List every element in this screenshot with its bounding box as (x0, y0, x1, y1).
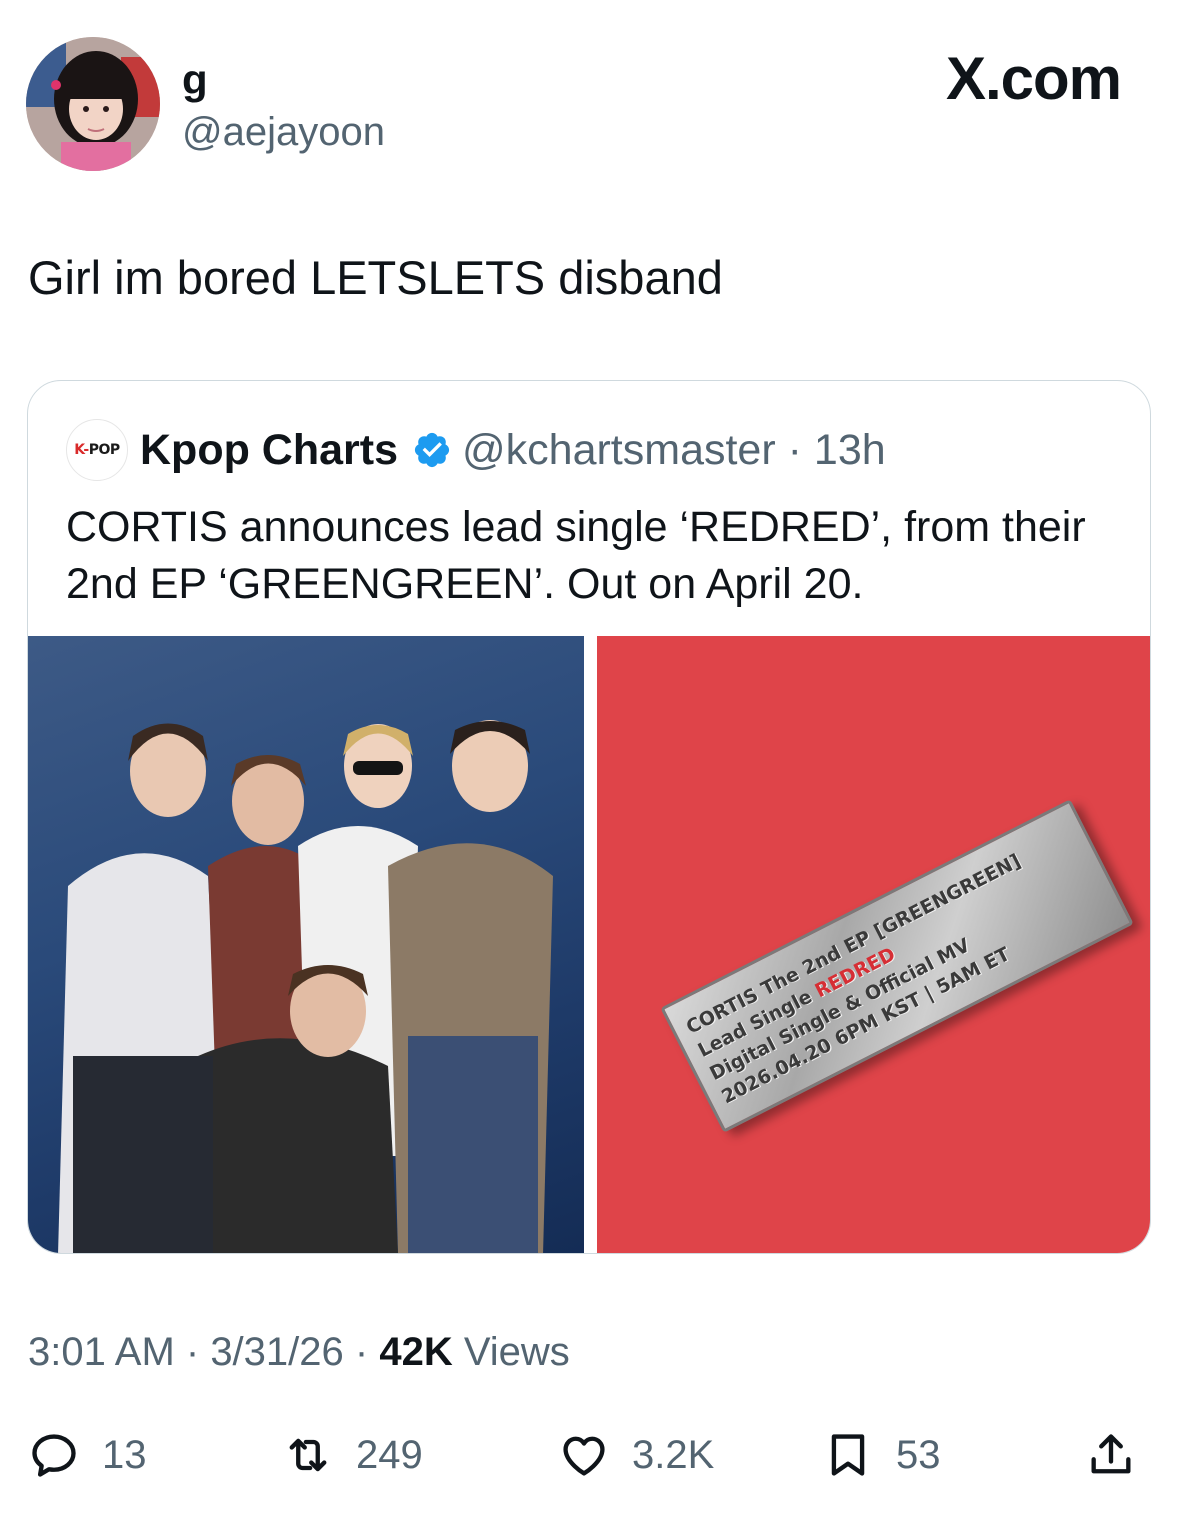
like-count: 3.2K (632, 1432, 715, 1477)
quote-avatar[interactable]: K-POP (66, 419, 128, 481)
quote-media[interactable]: CORTIS The 2nd EP [GREENGREEN] Lead Sing… (28, 636, 1150, 1253)
tweet-date: 3/31/26 (210, 1330, 344, 1374)
share-button[interactable] (1085, 1425, 1137, 1485)
quote-avatar-logo: K-POP (74, 442, 120, 458)
quote-header: Kpop Charts @kchartsmaster · 13h (140, 425, 886, 475)
meta-separator: · (343, 1330, 380, 1374)
engraved-plate: CORTIS The 2nd EP [GREENGREEN] Lead Sing… (660, 799, 1134, 1133)
like-button[interactable]: 3.2K (558, 1425, 714, 1485)
heart-icon (563, 1436, 605, 1476)
views-label: Views (452, 1330, 570, 1374)
bookmark-button[interactable]: 53 (822, 1425, 941, 1485)
quote-separator: · (787, 426, 802, 474)
quoted-tweet-card[interactable]: K-POP Kpop Charts @kchartsmaster · 13h C… (27, 380, 1151, 1254)
bookmark-count: 53 (896, 1432, 941, 1477)
share-icon (1091, 1434, 1131, 1474)
author-handle[interactable]: @aejayoon (182, 110, 385, 154)
repost-count: 249 (356, 1432, 423, 1477)
action-bar: 13 249 3.2K 53 (0, 1425, 1179, 1485)
group-photo-image (58, 720, 553, 1253)
meta-separator: · (174, 1330, 211, 1374)
reply-button[interactable]: 13 (28, 1425, 147, 1485)
quote-age[interactable]: 13h (814, 425, 886, 475)
repost-button[interactable]: 249 (282, 1425, 423, 1485)
x-logo: X.com (945, 45, 1122, 112)
quote-text: CORTIS announces lead single ‘REDRED’, f… (66, 503, 1086, 608)
author-avatar[interactable] (26, 37, 160, 171)
tweet-text: Girl im bored LETSLETS disband (28, 251, 723, 304)
repost-icon (289, 1438, 327, 1472)
profile-photo (26, 37, 160, 171)
reply-icon (32, 1434, 76, 1477)
tweet-time: 3:01 AM (28, 1330, 175, 1374)
quote-author-name[interactable]: Kpop Charts (140, 425, 398, 475)
single-announcement-image[interactable]: CORTIS The 2nd EP [GREENGREEN] Lead Sing… (597, 636, 1150, 1253)
quote-author-handle[interactable]: @kchartsmaster (462, 425, 776, 475)
tweet-timestamp[interactable]: 3:01 AM · 3/31/26 · 42K Views (28, 1328, 570, 1376)
author-display-name[interactable]: g (182, 58, 208, 102)
bookmark-icon (831, 1434, 865, 1476)
views-count: 42K (379, 1330, 453, 1374)
reply-count: 13 (102, 1432, 147, 1477)
group-photo[interactable] (28, 636, 584, 1253)
verified-badge-icon (414, 432, 450, 468)
